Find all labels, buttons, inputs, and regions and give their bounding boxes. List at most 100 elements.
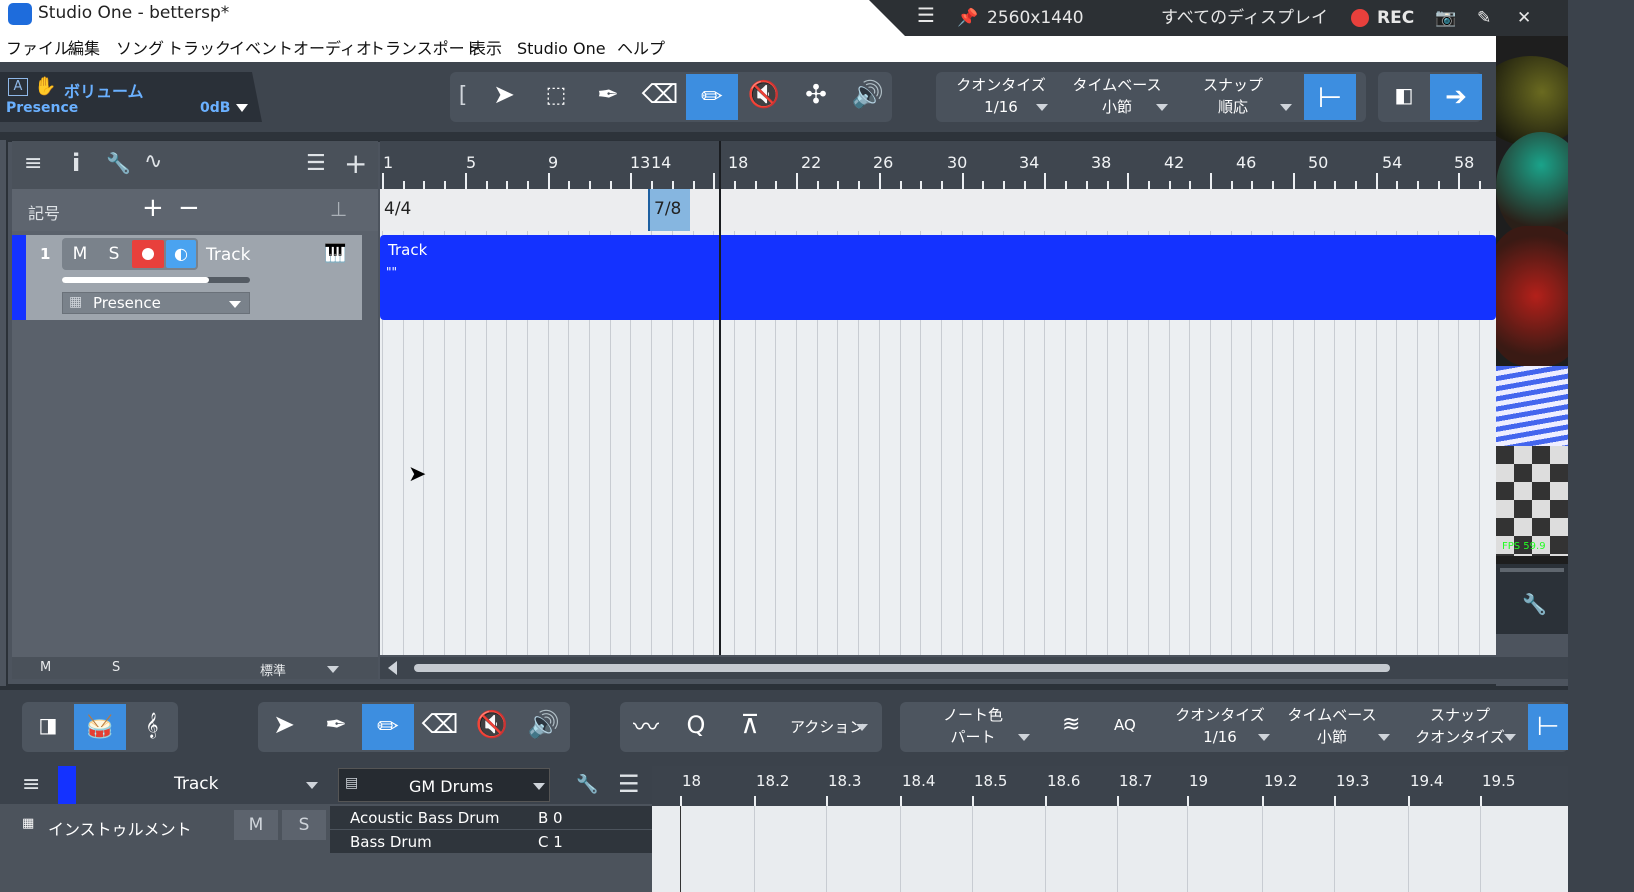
chevron-down-icon[interactable] bbox=[1504, 734, 1516, 741]
note-row[interactable]: Bass Drum C 1 bbox=[330, 830, 652, 853]
mute-tool-icon[interactable]: 🔇 bbox=[466, 702, 518, 748]
humanize-icon[interactable]: ≋ bbox=[1062, 712, 1080, 737]
solo-button[interactable]: S bbox=[98, 240, 130, 268]
chevron-down-icon[interactable] bbox=[1258, 734, 1270, 741]
scroll-left-icon[interactable] bbox=[388, 661, 397, 675]
menu-help[interactable]: ヘルプ bbox=[617, 38, 665, 60]
mute-button[interactable]: M bbox=[64, 240, 96, 268]
footer-mute-button[interactable]: M bbox=[40, 660, 51, 675]
pin-icon[interactable]: 📌 bbox=[957, 7, 978, 29]
playhead-cursor[interactable] bbox=[719, 141, 721, 655]
snap-select[interactable]: スナップ 順応 bbox=[1188, 74, 1278, 118]
instrument-part[interactable]: Track "" bbox=[380, 235, 1496, 320]
track-name[interactable]: Track bbox=[206, 245, 250, 265]
add-signature-icon[interactable]: + bbox=[142, 193, 164, 223]
split-tool-icon[interactable]: ✒ bbox=[582, 72, 634, 118]
snap-toggle-icon[interactable]: ⊢ bbox=[1304, 74, 1356, 120]
eraser-tool-icon[interactable]: ⌫ bbox=[634, 72, 686, 118]
chevron-down-icon[interactable] bbox=[1280, 104, 1292, 111]
wrench-icon[interactable]: 🔧 bbox=[106, 151, 131, 175]
record-dot-icon[interactable] bbox=[1351, 9, 1369, 27]
signature-options-icon[interactable]: ⊥ bbox=[330, 197, 347, 221]
menu-studio-one[interactable]: Studio One bbox=[517, 38, 606, 60]
track-options-icon[interactable]: ☰ bbox=[306, 151, 326, 176]
instrument-select[interactable]: ▦ Presence bbox=[62, 292, 250, 314]
range-bracket-icon[interactable]: [ bbox=[450, 72, 476, 118]
wrench-icon[interactable]: 🔧 bbox=[576, 774, 598, 795]
aq-button[interactable]: AQ bbox=[1114, 716, 1136, 734]
menu-edit[interactable]: 編集 bbox=[68, 38, 100, 60]
menu-track[interactable]: トラック bbox=[167, 38, 231, 60]
quantize-q-icon[interactable]: Q bbox=[670, 702, 722, 748]
editor-solo-button[interactable]: S bbox=[282, 810, 326, 840]
editor-quantize-select[interactable]: クオンタイズ 1/16 bbox=[1170, 704, 1270, 748]
editor-inspector-icon[interactable]: ◨ bbox=[22, 702, 74, 748]
info-icon[interactable]: i bbox=[72, 149, 80, 177]
timeline-ruler[interactable]: 1 5 9 13 14 18 22 26 30 34 38 42 46 50 54 58 bbox=[380, 141, 1496, 189]
draw-tool-icon[interactable]: ✒ bbox=[310, 702, 362, 748]
display-select[interactable]: すべてのディスプレイ bbox=[1161, 7, 1328, 29]
note-row[interactable]: Acoustic Bass Drum B 0 bbox=[330, 806, 652, 829]
menu-song[interactable]: ソング bbox=[116, 38, 164, 60]
menu-view[interactable]: 表示 bbox=[470, 38, 502, 60]
editor-snap-toggle-icon[interactable]: ⊢ bbox=[1528, 704, 1568, 750]
transform-icon[interactable]: 〰 bbox=[620, 702, 672, 748]
menu-transport[interactable]: トランスポート bbox=[369, 38, 481, 60]
drum-map-select[interactable]: ▤ GM Drums bbox=[338, 768, 550, 802]
range-tool-icon[interactable]: ⬚ bbox=[530, 72, 582, 118]
quantize-select[interactable]: クオンタイズ 1/16 bbox=[956, 74, 1046, 118]
score-view-icon[interactable]: 𝄞 bbox=[126, 702, 178, 748]
follow-icon[interactable]: ➔ bbox=[1430, 74, 1482, 120]
editor-ruler[interactable]: 18 18.2 18.3 18.4 18.5 18.6 18.7 19 19.2 19.3 19.4… bbox=[652, 766, 1568, 806]
timebase-select[interactable]: タイムベース 小節 bbox=[1072, 74, 1162, 118]
menu-audio[interactable]: オーディオ bbox=[293, 38, 372, 60]
camera-icon[interactable]: 📷 bbox=[1435, 7, 1456, 29]
signature-marker[interactable]: 7/8 bbox=[648, 189, 690, 231]
rec-button[interactable]: REC bbox=[1377, 7, 1414, 29]
track-header-1[interactable]: 1 M S ◐ Track 🎹 ▦ Presence bbox=[12, 235, 362, 320]
track-height-select[interactable]: 標準 bbox=[260, 660, 286, 679]
chevron-down-icon[interactable] bbox=[1156, 104, 1168, 111]
menu-event[interactable]: イベント bbox=[229, 38, 293, 60]
chevron-down-icon[interactable] bbox=[306, 782, 318, 789]
menu-file[interactable]: ファイル bbox=[6, 38, 70, 60]
footer-solo-button[interactable]: S bbox=[112, 660, 120, 675]
remove-signature-icon[interactable]: − bbox=[178, 193, 200, 223]
automation-icon[interactable]: ∿ bbox=[144, 149, 162, 174]
arrow-tool-icon[interactable]: ➤ bbox=[258, 702, 310, 748]
chevron-down-icon[interactable] bbox=[236, 104, 248, 112]
editor-options-icon[interactable]: ☰ bbox=[618, 770, 640, 798]
eraser-tool-icon[interactable]: ⌫ bbox=[414, 702, 466, 748]
paint-tool-icon[interactable]: ✏ bbox=[686, 74, 738, 120]
monitor-button[interactable]: ◐ bbox=[166, 240, 196, 268]
editor-timebase-select[interactable]: タイムベース 小節 bbox=[1284, 704, 1380, 748]
legato-icon[interactable]: ⊼ bbox=[724, 702, 776, 748]
context-value[interactable]: 0dB bbox=[200, 100, 230, 116]
paint-tool-icon[interactable]: ✏ bbox=[362, 704, 414, 750]
menu-icon[interactable]: ☰ bbox=[917, 4, 935, 26]
listen-tool-icon[interactable]: 🔊 bbox=[518, 702, 570, 748]
editor-list-icon[interactable]: ≡ bbox=[22, 772, 40, 797]
chevron-down-icon[interactable] bbox=[327, 666, 339, 673]
editor-grid[interactable] bbox=[652, 806, 1568, 892]
scroll-thumb[interactable] bbox=[414, 664, 1390, 672]
signature-4-4[interactable]: 4/4 bbox=[384, 199, 411, 219]
signature-track[interactable]: 4/4 7/8 bbox=[380, 189, 1496, 231]
editor-mute-button[interactable]: M bbox=[234, 810, 278, 840]
add-track-icon[interactable]: + bbox=[344, 147, 367, 180]
mute-tool-icon[interactable]: 🔇 bbox=[738, 72, 790, 118]
drum-view-icon[interactable]: 🥁 bbox=[74, 704, 126, 750]
editor-track-select[interactable]: Track bbox=[174, 774, 218, 794]
chevron-down-icon[interactable] bbox=[1018, 734, 1030, 741]
listen-tool-icon[interactable]: 🔊 bbox=[842, 72, 894, 118]
track-color-strip[interactable] bbox=[12, 235, 26, 320]
inspector-toggle-icon[interactable]: ◧ bbox=[1378, 72, 1430, 118]
resolution-label[interactable]: 2560x1440 bbox=[987, 7, 1084, 29]
arrow-tool-icon[interactable]: ➤ bbox=[478, 72, 530, 118]
record-arm-button[interactable] bbox=[132, 240, 164, 268]
close-icon[interactable]: ✕ bbox=[1517, 7, 1531, 29]
pen-icon[interactable]: ✎ bbox=[1477, 7, 1491, 29]
volume-slider[interactable] bbox=[62, 277, 250, 283]
note-color-select[interactable]: ノート色 パート bbox=[928, 704, 1018, 748]
list-menu-icon[interactable]: ≡ bbox=[24, 151, 42, 176]
